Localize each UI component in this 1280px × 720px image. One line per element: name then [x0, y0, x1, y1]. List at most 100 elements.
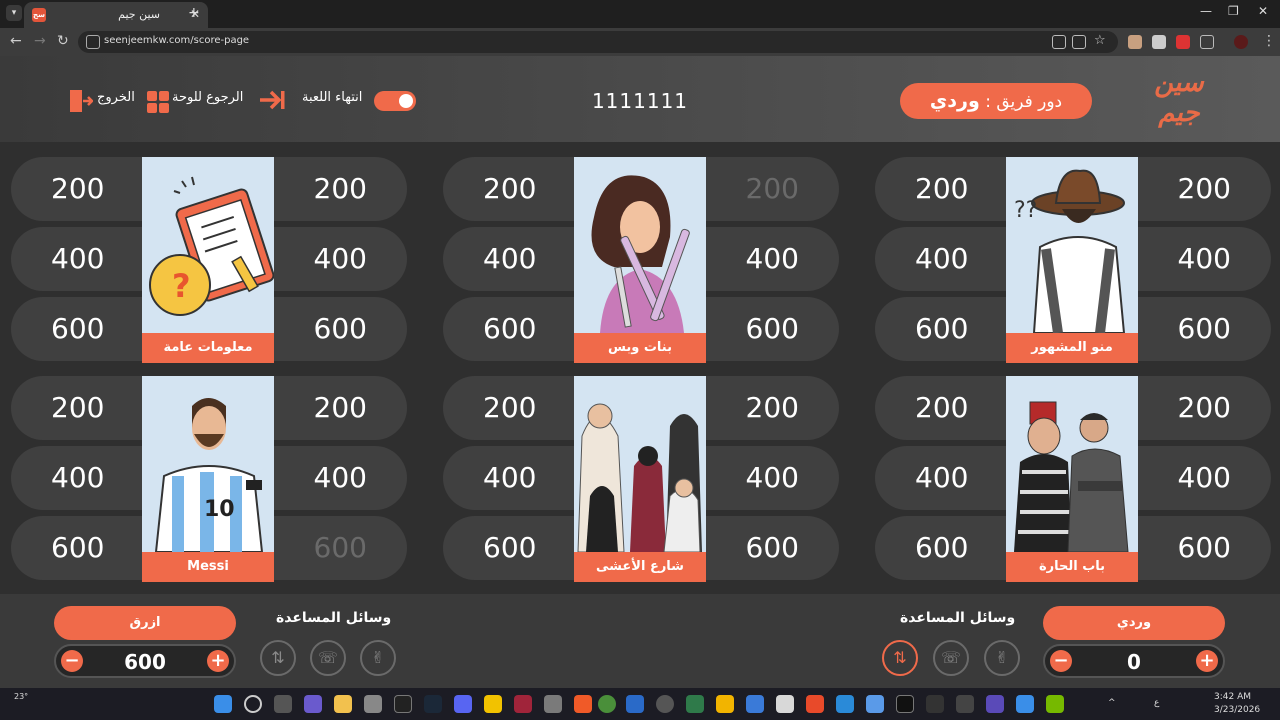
category-card: شارع الأعشى — [574, 376, 706, 582]
excel-icon[interactable] — [686, 695, 704, 713]
footballer-illustration: 10 — [154, 398, 264, 552]
category-block: 200 400 600 200 400 600 ?? منو المشهور — [875, 157, 1271, 367]
app-icon[interactable] — [544, 695, 562, 713]
teams-icon[interactable] — [986, 695, 1004, 713]
minimize-icon[interactable]: — — [1200, 4, 1212, 18]
end-game-label[interactable]: انتهاء اللعبة — [302, 90, 362, 105]
tray-chevron-icon[interactable]: ^ — [1108, 698, 1116, 708]
app-icon[interactable] — [926, 695, 944, 713]
app-icon[interactable] — [1016, 695, 1034, 713]
category-label: Messi — [142, 552, 274, 582]
close-window-icon[interactable]: ✕ — [1258, 4, 1268, 18]
team-blue-name[interactable]: ازرق — [54, 606, 236, 640]
file-explorer-icon[interactable] — [334, 695, 352, 713]
input-language[interactable]: ع — [1154, 698, 1159, 708]
rockstar-icon[interactable] — [484, 695, 502, 713]
turn-label: دور فريق : — [985, 92, 1063, 112]
browser-menu-icon[interactable]: ⋮ — [1262, 33, 1276, 49]
category-label: شارع الأعشى — [574, 552, 706, 582]
shield-extension-icon[interactable] — [1152, 35, 1166, 49]
new-tab-button[interactable]: + — [188, 5, 200, 21]
exit-label[interactable]: الخروج — [97, 90, 135, 105]
clock-date[interactable]: 3/23/2026 — [1214, 705, 1260, 715]
github-icon[interactable] — [656, 695, 674, 713]
exit-door-icon[interactable] — [69, 89, 93, 113]
phone-icon[interactable]: ☏ — [933, 640, 969, 676]
minus-icon[interactable]: − — [1050, 650, 1072, 672]
two-men-traditional-illustration — [1014, 401, 1129, 552]
notepad-icon[interactable] — [866, 695, 884, 713]
category-card: بنات وبس — [574, 157, 706, 363]
password-key-icon[interactable] — [1072, 35, 1086, 49]
brave-icon[interactable] — [574, 695, 592, 713]
app-icon[interactable] — [896, 695, 914, 713]
call-swap-icon[interactable]: ⇅ — [260, 640, 296, 676]
app-icon[interactable] — [716, 695, 734, 713]
profile-avatar[interactable] — [1234, 35, 1248, 49]
app-icon[interactable] — [956, 695, 974, 713]
clock-time[interactable]: 3:42 AM — [1214, 692, 1251, 702]
settings-gear-icon[interactable] — [364, 695, 382, 713]
bookmark-star-icon[interactable]: ☆ — [1094, 33, 1106, 48]
url-input[interactable]: seenjeemkw.com/score-page — [78, 31, 1118, 53]
category-label: باب الحارة — [1006, 552, 1138, 582]
back-arrow-icon[interactable] — [258, 89, 286, 111]
copilot-icon[interactable] — [304, 695, 322, 713]
app-icon[interactable] — [806, 695, 824, 713]
reload-icon[interactable]: ↻ — [57, 33, 69, 49]
tab-search-button[interactable]: ▾ — [6, 5, 22, 21]
svg-text:?: ? — [172, 267, 191, 305]
phone-icon[interactable]: ☏ — [310, 640, 346, 676]
cowboy-mystery-illustration: ?? — [1014, 169, 1126, 333]
app-icon[interactable] — [746, 695, 764, 713]
extension-icon[interactable] — [1128, 35, 1142, 49]
translate-icon[interactable] — [1052, 35, 1066, 49]
discord-icon[interactable] — [454, 695, 472, 713]
nvidia-icon[interactable] — [1046, 695, 1064, 713]
app-icon[interactable] — [836, 695, 854, 713]
help-aids-label: وسائل المساعدة — [900, 610, 1016, 626]
app-icon[interactable] — [514, 695, 532, 713]
peace-hand-icon[interactable]: ✌ — [984, 640, 1020, 676]
plus-icon[interactable]: + — [207, 650, 229, 672]
minus-icon[interactable]: − — [61, 650, 83, 672]
epic-games-icon[interactable] — [394, 695, 412, 713]
extensions-puzzle-icon[interactable] — [1200, 35, 1214, 49]
category-label: منو المشهور — [1006, 333, 1138, 363]
browser-tab[interactable]: سج سين جيم ✕ — [24, 2, 208, 28]
team-pink-name[interactable]: وردي — [1043, 606, 1225, 640]
game-header: سين جيم دور فريق : وردي 1111111 انتهاء ا… — [0, 56, 1280, 142]
chrome-icon[interactable] — [598, 695, 616, 713]
url-text: seenjeemkw.com/score-page — [104, 35, 250, 46]
clipboard-question-illustration: ? — [149, 176, 274, 316]
category-card: ? معلومات عامة — [142, 157, 274, 363]
app-icon[interactable] — [626, 695, 644, 713]
back-to-board-label[interactable]: الرجوع للوحة — [172, 90, 243, 105]
help-aids-label: وسائل المساعدة — [276, 610, 392, 626]
store-icon[interactable] — [776, 695, 794, 713]
team-blue-score-box: 600 − + — [54, 644, 236, 678]
teams-footer: ازرق 600 − + وسائل المساعدة ⇅ ☏ ✌ وسائل … — [0, 594, 1280, 688]
search-icon[interactable] — [244, 695, 262, 713]
back-icon[interactable]: ← — [10, 33, 22, 49]
category-block: 200 400 600 200 400 600 بنات وبس — [443, 157, 839, 367]
call-swap-icon[interactable]: ⇅ — [882, 640, 918, 676]
task-view-icon[interactable] — [274, 695, 292, 713]
category-block: 200 400 600 200 400 600 10 Messi — [11, 376, 407, 586]
end-game-toggle[interactable] — [374, 91, 416, 111]
weather-temp[interactable]: 23° — [14, 692, 28, 701]
record-extension-icon[interactable] — [1176, 35, 1190, 49]
peace-hand-icon[interactable]: ✌ — [360, 640, 396, 676]
question-board: 200 400 600 200 400 600 ? معلومات عامة 2… — [0, 142, 1280, 594]
steam-icon[interactable] — [424, 695, 442, 713]
category-label: بنات وبس — [574, 333, 706, 363]
site-info-icon[interactable] — [86, 35, 100, 49]
address-bar-row: ← → ↻ seenjeemkw.com/score-page ☆ ⋮ — [0, 28, 1280, 56]
forward-icon[interactable]: → — [34, 33, 46, 49]
maximize-icon[interactable]: ❐ — [1228, 4, 1239, 18]
browser-tab-strip: ▾ سج سين جيم ✕ + — ❐ ✕ — [0, 0, 1280, 28]
start-windows-icon[interactable] — [214, 695, 232, 713]
category-block: 200 400 600 200 400 600 باب الحارة — [875, 376, 1271, 586]
plus-icon[interactable]: + — [1196, 650, 1218, 672]
board-grid-icon[interactable] — [147, 91, 169, 113]
